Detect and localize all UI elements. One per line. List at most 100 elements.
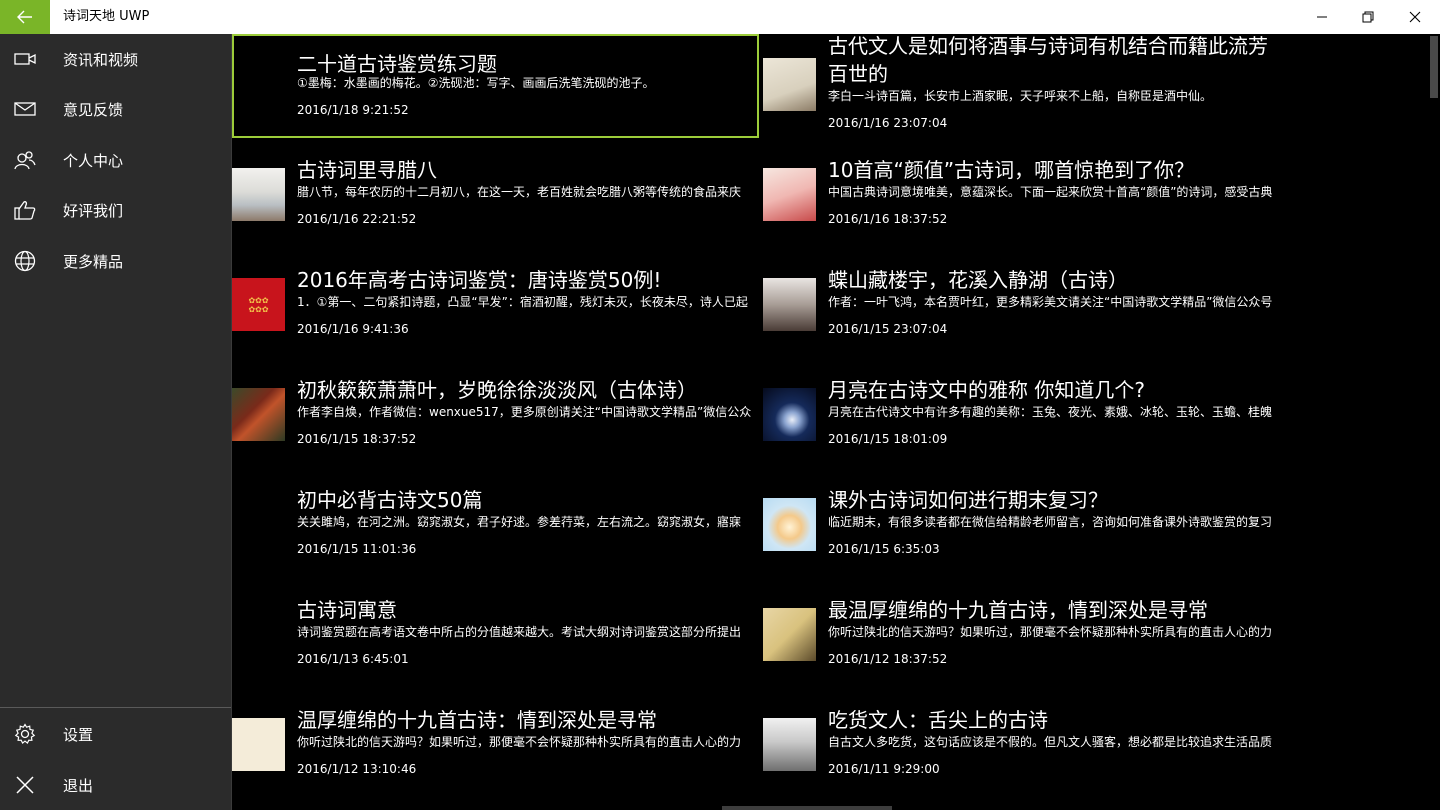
sidebar-item-more[interactable]: 更多精品 (0, 236, 231, 286)
vertical-scrollbar-thumb[interactable] (1430, 36, 1438, 98)
people-icon (0, 135, 50, 185)
article-date: 2016/1/15 18:37:52 (297, 432, 417, 446)
article-summary: 你听过陕北的信天游吗？如果听过，那便毫不会怀疑那种朴实所具有的直击人心的力 (297, 735, 742, 749)
article-title: 初中必背古诗文50篇 (297, 488, 483, 512)
article-summary: 你听过陕北的信天游吗？如果听过，那便毫不会怀疑那种朴实所具有的直击人心的力 (828, 625, 1273, 639)
article-thumbnail (763, 58, 816, 111)
sidebar-divider (0, 707, 231, 708)
close-window-button[interactable] (1392, 0, 1438, 34)
article-date: 2016/1/18 9:21:52 (297, 103, 409, 117)
sidebar-item-label: 资讯和视频 (63, 50, 139, 69)
article-thumbnail (763, 168, 816, 221)
sidebar: 资讯和视频 意见反馈 个人中心 好评我们 更多精品 设置 退出 (0, 34, 231, 810)
article-date: 2016/1/16 18:37:52 (828, 212, 948, 226)
article-title: 古诗词寓意 (297, 598, 397, 622)
article-title: 最温厚缠绵的十九首古诗，情到深处是寻常 (828, 598, 1208, 622)
article-thumbnail (232, 168, 285, 221)
minimize-icon (1317, 16, 1327, 18)
article-summary: 中国古典诗词意境唯美，意蕴深长。下面一起来欣赏十首高“颜值”的诗词，感受古典 (828, 185, 1273, 199)
article-thumbnail: ✿✿✿ ✿✿✿ (232, 278, 285, 331)
gear-icon (0, 709, 50, 759)
article-card[interactable]: 课外古诗词如何进行期末复习？ 临近期末，有很多读者都在微信给精龄老师留言，咨询如… (763, 474, 1290, 576)
sidebar-item-settings[interactable]: 设置 (0, 709, 231, 759)
sidebar-item-label: 好评我们 (63, 201, 124, 220)
article-thumbnail (763, 278, 816, 331)
article-card[interactable]: 古代文人是如何将酒事与诗词有机结合而籍此流芳百世的 李白一斗诗百篇，长安市上酒家… (763, 34, 1290, 136)
article-card[interactable]: 吃货文人：舌尖上的古诗 自古文人多吃货，这句话应该是不假的。但凡文人骚客，想必都… (763, 694, 1290, 796)
close-window-icon (1409, 11, 1421, 23)
sidebar-item-rate-us[interactable]: 好评我们 (0, 185, 231, 235)
article-summary: 腊八节，每年农历的十二月初八，在这一天，老百姓就会吃腊八粥等传统的食品来庆 (297, 185, 742, 199)
article-card[interactable]: 初中必背古诗文50篇 关关雎鸠，在河之洲。窈窕淑女，君子好逑。参差荇菜，左右流之… (232, 474, 759, 576)
article-title: 10首高“颜值”古诗词，哪首惊艳到了你？ (828, 158, 1195, 182)
restore-icon (1362, 11, 1374, 23)
article-summary: ①墨梅：水墨画的梅花。②洗砚池：写字、画画后洗笔洗砚的池子。 (297, 76, 655, 90)
video-camera-icon (0, 34, 50, 84)
article-card[interactable]: 古诗词里寻腊八 腊八节，每年农历的十二月初八，在这一天，老百姓就会吃腊八粥等传统… (232, 144, 759, 246)
article-grid: 二十道古诗鉴赏练习题 ①墨梅：水墨画的梅花。②洗砚池：写字、画画后洗笔洗砚的池子… (232, 34, 1428, 810)
article-summary: 临近期末，有很多读者都在微信给精龄老师留言，咨询如何准备课外诗歌鉴赏的复习 (828, 515, 1273, 529)
article-thumbnail (763, 388, 816, 441)
article-title: 月亮在古诗文中的雅称 你知道几个? (828, 378, 1145, 402)
article-title: 二十道古诗鉴赏练习题 (297, 52, 497, 76)
sidebar-item-label: 意见反馈 (63, 100, 124, 119)
sidebar-item-label: 更多精品 (63, 252, 124, 271)
thumbs-up-icon (0, 185, 50, 235)
article-date: 2016/1/15 6:35:03 (828, 542, 940, 556)
article-date: 2016/1/16 22:21:52 (297, 212, 417, 226)
article-date: 2016/1/16 23:07:04 (828, 116, 948, 130)
article-card[interactable]: ✿✿✿ ✿✿✿ 2016年高考古诗词鉴赏：唐诗鉴赏50例! 1．①第一、二句紧扣诗… (232, 254, 759, 356)
sidebar-item-profile[interactable]: 个人中心 (0, 135, 231, 185)
article-card[interactable]: 月亮在古诗文中的雅称 你知道几个? 月亮在古代诗文中有许多有趣的美称：玉兔、夜光… (763, 364, 1290, 466)
vertical-scrollbar-track[interactable] (1428, 34, 1440, 810)
sidebar-item-news-video[interactable]: 资讯和视频 (0, 34, 231, 84)
article-date: 2016/1/11 9:29:00 (828, 762, 940, 776)
article-card[interactable]: 温厚缠绵的十九首古诗：情到深处是寻常 你听过陕北的信天游吗？如果听过，那便毫不会… (232, 694, 759, 796)
sidebar-item-label: 设置 (63, 725, 94, 744)
article-summary: 诗词鉴赏题在高考语文卷中所占的分值越来越大。考试大纲对诗词鉴赏这部分所提出 (297, 625, 742, 639)
article-card[interactable]: 10首高“颜值”古诗词，哪首惊艳到了你？ 中国古典诗词意境唯美，意蕴深长。下面一… (763, 144, 1290, 246)
article-summary: 作者李自焕，作者微信：wenxue517，更多原创请关注“中国诗歌文学精品”微信… (297, 405, 752, 419)
article-summary: 月亮在古代诗文中有许多有趣的美称：玉兔、夜光、素娥、冰轮、玉轮、玉蟾、桂魄 (828, 405, 1273, 419)
article-title: 温厚缠绵的十九首古诗：情到深处是寻常 (297, 708, 657, 732)
minimize-button[interactable] (1299, 0, 1345, 34)
article-title: 蝶山藏楼宇，花溪入静湖（古诗） (828, 268, 1128, 292)
article-date: 2016/1/16 9:41:36 (297, 322, 409, 336)
globe-icon (0, 236, 50, 286)
article-thumbnail (763, 498, 816, 551)
close-icon (0, 760, 50, 810)
mail-icon (0, 84, 50, 134)
article-title: 课外古诗词如何进行期末复习？ (828, 488, 1108, 512)
article-thumbnail (232, 388, 285, 441)
article-thumbnail (763, 718, 816, 771)
article-date: 2016/1/12 13:10:46 (297, 762, 417, 776)
sidebar-item-feedback[interactable]: 意见反馈 (0, 84, 231, 134)
article-card[interactable]: 初秋簌簌萧萧叶，岁晚徐徐淡淡风（古体诗） 作者李自焕，作者微信：wenxue51… (232, 364, 759, 466)
article-summary: 自古文人多吃货，这句话应该是不假的。但凡文人骚客，想必都是比较追求生活品质 (828, 735, 1273, 749)
article-date: 2016/1/12 18:37:52 (828, 652, 948, 666)
article-date: 2016/1/15 23:07:04 (828, 322, 948, 336)
article-thumbnail (232, 718, 285, 771)
article-card[interactable]: 最温厚缠绵的十九首古诗，情到深处是寻常 你听过陕北的信天游吗？如果听过，那便毫不… (763, 584, 1290, 686)
article-title: 古诗词里寻腊八 (297, 158, 437, 182)
article-date: 2016/1/15 18:01:09 (828, 432, 948, 446)
article-card[interactable]: 古诗词寓意 诗词鉴赏题在高考语文卷中所占的分值越来越大。考试大纲对诗词鉴赏这部分… (232, 584, 759, 686)
article-summary: 李白一斗诗百篇，长安市上酒家眠，天子呼来不上船，自称臣是酒中仙。 (828, 89, 1213, 103)
article-date: 2016/1/13 6:45:01 (297, 652, 409, 666)
restore-button[interactable] (1345, 0, 1391, 34)
article-title: 吃货文人：舌尖上的古诗 (828, 708, 1048, 732)
sidebar-item-label: 个人中心 (63, 151, 124, 170)
back-button[interactable] (0, 0, 50, 34)
horizontal-scrollbar-thumb[interactable] (722, 806, 892, 810)
article-card[interactable]: 蝶山藏楼宇，花溪入静湖（古诗） 作者：一叶飞鸿，本名贾叶红，更多精彩美文请关注“… (763, 254, 1290, 356)
article-summary: 1．①第一、二句紧扣诗题，凸显“早发”：宿酒初醒，残灯未灭，长夜未尽，诗人已起 (297, 295, 748, 309)
sidebar-item-exit[interactable]: 退出 (0, 760, 231, 810)
article-card[interactable]: 二十道古诗鉴赏练习题 ①墨梅：水墨画的梅花。②洗砚池：写字、画画后洗笔洗砚的池子… (232, 34, 759, 138)
article-title: 古代文人是如何将酒事与诗词有机结合而籍此流芳百世的 (828, 34, 1268, 86)
title-bar: 诗词天地 UWP (0, 0, 1440, 34)
article-thumbnail (763, 608, 816, 661)
article-summary: 关关雎鸠，在河之洲。窈窕淑女，君子好逑。参差荇菜，左右流之。窈窕淑女，寤寐 (297, 515, 742, 529)
app-title: 诗词天地 UWP (63, 9, 150, 24)
article-title: 2016年高考古诗词鉴赏：唐诗鉴赏50例! (297, 268, 662, 292)
sidebar-item-label: 退出 (63, 776, 94, 795)
